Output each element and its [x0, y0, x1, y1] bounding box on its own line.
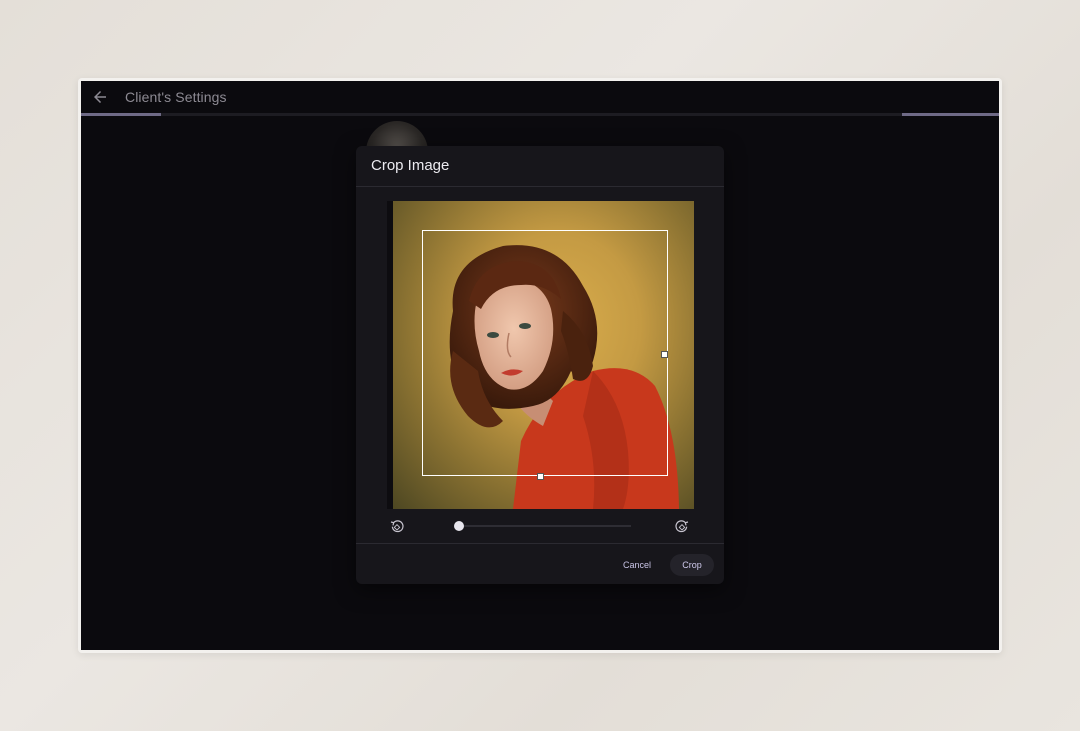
crop-handle-bottom[interactable] [537, 473, 544, 480]
app-window: Client's Settings Crop Image Cancel Crop [81, 81, 999, 650]
page-title: Client's Settings [125, 89, 227, 105]
top-app-bar: Client's Settings [81, 81, 999, 113]
zoom-slider-thumb[interactable] [454, 521, 464, 531]
progress-indicator-left [81, 113, 161, 116]
photo-preview [393, 201, 694, 509]
progress-indicator-right [902, 113, 999, 116]
zoom-slider-track[interactable] [455, 525, 631, 527]
crop-controls [356, 514, 724, 538]
rotate-left-icon[interactable] [389, 518, 405, 534]
progress-track [81, 113, 999, 116]
dialog-footer-divider [356, 543, 724, 544]
cancel-button[interactable]: Cancel [616, 554, 658, 576]
dialog-title: Crop Image [371, 157, 450, 174]
crop-selection-box[interactable] [422, 230, 668, 476]
crop-canvas[interactable] [387, 201, 694, 509]
rotate-right-icon[interactable] [674, 518, 690, 534]
crop-image-dialog: Crop Image Cancel Crop [356, 146, 724, 584]
arrow-left-icon[interactable] [91, 88, 109, 106]
crop-button[interactable]: Crop [670, 554, 714, 576]
crop-handle-right[interactable] [661, 351, 668, 358]
dialog-header-divider [356, 186, 724, 187]
